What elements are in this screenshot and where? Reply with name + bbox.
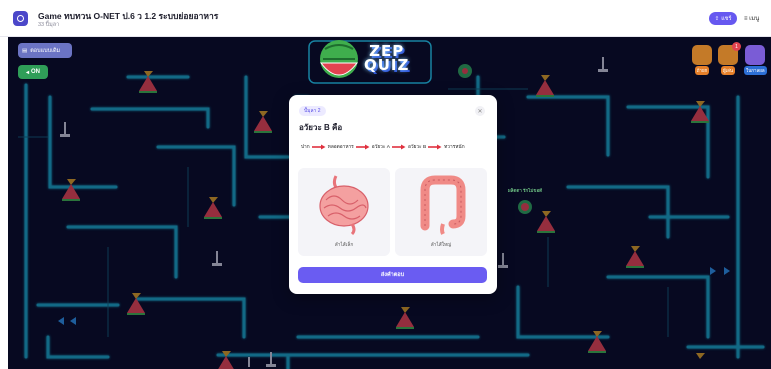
mic-toggle-button[interactable]: ◂ ON bbox=[18, 65, 48, 79]
small-intestine-icon bbox=[319, 175, 369, 236]
trophy-icon bbox=[692, 45, 712, 65]
results-button[interactable]: ในกาลผล bbox=[744, 45, 767, 75]
answer-option-small-intestine[interactable]: ลำไส้เล็ก bbox=[298, 168, 390, 256]
large-intestine-icon bbox=[420, 175, 466, 235]
share-icon: ⇪ bbox=[714, 15, 720, 22]
player-name-label: ผลิตตา รักไม่ขอดี bbox=[508, 188, 543, 193]
zep-quiz-logo-text: ZEP QUIZ bbox=[364, 44, 410, 74]
close-button[interactable]: ✕ bbox=[475, 106, 485, 116]
sequence-step: ทวารหนัก bbox=[444, 145, 465, 150]
mic-toggle-label: ON bbox=[31, 69, 40, 75]
submit-answer-button[interactable]: ส่งคำตอบ bbox=[298, 267, 487, 283]
notice-label: ตอบแบบเดิม bbox=[30, 47, 61, 54]
arrow-right-icon bbox=[355, 144, 370, 150]
sequence-step: อวัยวะ B bbox=[407, 145, 427, 150]
question-title: อวัยวะ B คือ bbox=[299, 123, 343, 132]
arrow-right-icon bbox=[428, 144, 442, 150]
quiz-modal: ปั้มุลา 2 ✕ อวัยวะ B คือ ปาก หลอดอาหาร อ… bbox=[289, 95, 497, 294]
zep-logo-icon[interactable] bbox=[13, 11, 28, 26]
notification-badge: 1 bbox=[732, 42, 741, 51]
sequence-step: ปาก bbox=[301, 145, 310, 150]
notice-icon: ▤ bbox=[22, 47, 28, 54]
close-icon: ✕ bbox=[477, 108, 483, 115]
sequence-step: หลอดอาหาร bbox=[327, 145, 354, 150]
top-bar: Game ทบทวน O-NET ป.6 ว 1.2 ระบบย่อยอาหาร… bbox=[0, 0, 771, 37]
logo-line-2: QUIZ bbox=[364, 56, 410, 74]
ranking-label: ถ้ายก bbox=[694, 66, 710, 75]
players-button[interactable]: 1 ผู้เล่น bbox=[718, 42, 741, 75]
share-button[interactable]: ⇪ แชร์ bbox=[709, 12, 737, 25]
option-label: ลำไส้เล็ก bbox=[334, 243, 354, 248]
sequence-step: อวัยวะ A bbox=[371, 145, 390, 150]
option-label: ลำไส้ใหญ่ bbox=[430, 243, 452, 248]
results-icon bbox=[745, 45, 766, 65]
share-label: แชร์ bbox=[721, 15, 732, 22]
digestion-sequence: ปาก หลอดอาหาร อวัยวะ A อวัยวะ B ทวารหนัก bbox=[301, 143, 491, 151]
page-title: Game ทบทวน O-NET ป.6 ว 1.2 ระบบย่อยอาหาร bbox=[38, 11, 219, 21]
menu-button[interactable]: ≡ เมนู bbox=[744, 13, 759, 23]
ranking-button[interactable]: ถ้ายก bbox=[692, 45, 712, 75]
results-label: ในกาลผล bbox=[744, 66, 767, 75]
notice-button[interactable]: ▤ ตอบแบบเดิม bbox=[18, 43, 72, 58]
page-subtitle: 33 ปิ้มุลา bbox=[38, 22, 60, 28]
players-label: ผู้เล่น bbox=[720, 66, 735, 75]
arrow-right-icon bbox=[391, 144, 406, 150]
question-number-badge: ปั้มุลา 2 bbox=[299, 106, 326, 116]
players-icon: 1 bbox=[718, 42, 741, 65]
speaker-icon: ◂ bbox=[25, 69, 29, 76]
arrow-right-icon bbox=[311, 144, 326, 150]
answer-option-large-intestine[interactable]: ลำไส้ใหญ่ bbox=[395, 168, 487, 256]
